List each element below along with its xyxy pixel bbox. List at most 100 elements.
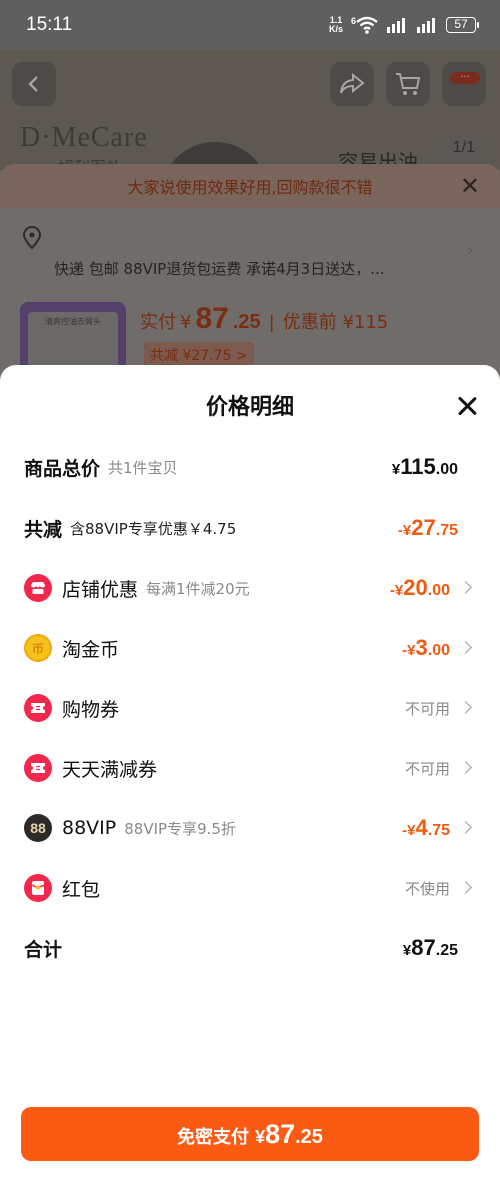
value-int: 87 — [411, 935, 436, 960]
chevron-right-icon — [458, 878, 478, 898]
shop-icon — [24, 574, 52, 602]
row-value: ¥87.25 — [403, 935, 458, 961]
row-value: -¥ 27.75 — [398, 515, 458, 541]
review-banner: 大家说使用效果好用,回购款很不错 ✕ — [0, 164, 500, 208]
row-label: 购物券 — [62, 698, 120, 721]
value-currency: -¥ — [397, 522, 412, 539]
value-dec: .75 — [435, 522, 458, 539]
chevron-right-icon — [458, 578, 478, 598]
coin-icon: 币 — [24, 634, 52, 662]
row-label: 商品总价 — [24, 457, 101, 480]
review-banner-text: 大家说使用效果好用,回购款很不错 — [127, 178, 373, 197]
value-currency: ¥ — [402, 942, 412, 959]
row-label: 合计 — [24, 938, 63, 961]
chevron-right-icon — [458, 758, 478, 778]
pay-button-currency: ¥ — [255, 1127, 266, 1147]
banner-close-icon[interactable]: ✕ — [460, 172, 480, 200]
chevron-left-icon — [28, 76, 38, 92]
brand-logo: D·MeCare — [20, 122, 148, 153]
close-icon[interactable] — [456, 395, 478, 417]
status-bar: 15:11 1.1 K/s 6 57 — [0, 0, 500, 50]
share-button[interactable] — [330, 62, 374, 106]
value-int: 115 — [400, 454, 436, 479]
row-label: 淘金币 — [62, 638, 120, 661]
status-time: 15:11 — [26, 14, 73, 35]
pay-int: 87 — [195, 302, 229, 335]
value-currency: -¥ — [402, 822, 416, 839]
row-grand-total: 合计 ¥87.25 — [0, 928, 500, 968]
net-speed: 1.1 K/s — [329, 16, 343, 34]
thumb-text: 清爽控油去屑头 — [45, 317, 101, 326]
value-currency: -¥ — [389, 582, 404, 599]
status-icons: 1.1 K/s 6 57 — [329, 16, 479, 34]
row-discount: 共减 含88VIP专享优惠￥4.75 -¥ 27.75 — [0, 508, 500, 548]
pay-dec: .25 — [232, 311, 261, 333]
row-shopping-coupon[interactable]: 购物券 不可用 — [0, 688, 500, 728]
row-value: -¥ 3.00 — [402, 635, 450, 661]
product-info-card: 大家说使用效果好用,回购款很不错 ✕ 快递 包邮 88VIP退货包运费 承诺4月… — [0, 164, 500, 390]
chevron-right-icon — [458, 698, 478, 718]
row-label: 天天满减券 — [62, 758, 158, 781]
more-badge: ··· — [450, 72, 480, 84]
value-dec: .25 — [435, 942, 458, 959]
more-button[interactable]: ··· — [442, 62, 486, 106]
row-label: 红包 — [62, 878, 101, 901]
row-value: -¥ 20.00 — [390, 575, 450, 601]
row-88vip[interactable]: 88 88VIP 88VIP专享9.5折 -¥ 4.75 — [0, 808, 500, 848]
pay-separator: | — [268, 312, 275, 333]
value-currency: -¥ — [402, 642, 416, 659]
battery-icon: 57 — [446, 17, 479, 33]
signal-icon-2 — [417, 18, 435, 33]
row-status: 不可用 — [404, 759, 450, 778]
pay-label: 实付 — [140, 312, 176, 333]
chevron-right-icon — [458, 638, 478, 658]
red-packet-icon — [24, 874, 52, 902]
value-dec: .00 — [427, 582, 450, 599]
row-value: ¥115.00 — [392, 454, 458, 480]
coin-icon-text: 币 — [31, 641, 44, 656]
value-int: 3 — [415, 635, 428, 660]
location-icon — [22, 226, 42, 250]
row-sub: 88VIP专享9.5折 — [124, 819, 236, 838]
value-int: 4 — [415, 815, 428, 840]
price-detail-sheet: 价格明细 商品总价 共1件宝贝 ¥115.00 共减 含88VIP专享优惠￥4.… — [0, 365, 500, 1184]
row-sub: 共1件宝贝 — [108, 458, 178, 477]
row-label: 店铺优惠 — [62, 578, 139, 601]
row-label: 88VIP — [62, 817, 117, 839]
value-dec: .75 — [427, 822, 450, 839]
value-dec: .00 — [435, 461, 458, 478]
value-int: 27 — [411, 515, 436, 540]
row-sub: 每满1件减20元 — [146, 579, 250, 598]
wifi-icon: 6 — [351, 16, 378, 34]
pay-button[interactable]: 免密支付 ¥ 87 .25 — [21, 1107, 479, 1161]
row-value: -¥ 4.75 — [402, 815, 450, 841]
pay-currency: ¥ — [180, 312, 192, 333]
row-total-goods: 商品总价 共1件宝贝 ¥115.00 — [0, 447, 500, 487]
cart-icon — [396, 73, 421, 95]
row-status: 不可用 — [404, 699, 450, 718]
row-shop-discount[interactable]: 店铺优惠 每满1件减20元 -¥ 20.00 — [0, 568, 500, 608]
delivery-text[interactable]: 快递 包邮 88VIP退货包运费 承诺4月3日送达，... — [54, 258, 385, 279]
before-discount: 优惠前 ¥115 — [282, 312, 389, 333]
back-button[interactable] — [12, 62, 56, 106]
chevron-right-icon: › — [466, 240, 474, 261]
product-page-background: D·MeCare 姆利图补 容易出油 1/1 ··· 大家说使用效果好用,回购款… — [0, 50, 500, 390]
row-taojin-coin[interactable]: 币 淘金币 -¥ 3.00 — [0, 628, 500, 668]
value-dec: .00 — [427, 642, 450, 659]
coupon-icon — [24, 754, 52, 782]
pay-button-dec: .25 — [295, 1126, 323, 1148]
row-daily-coupon[interactable]: 天天满减券 不可用 — [0, 748, 500, 788]
net-speed-unit: K/s — [328, 24, 343, 34]
image-counter: 1/1 — [443, 136, 484, 160]
coupon-icon — [24, 694, 52, 722]
sheet-title: 价格明细 — [205, 395, 294, 420]
row-status: 不使用 — [404, 879, 450, 898]
vip-icon: 88 — [24, 814, 52, 842]
chevron-right-icon — [458, 818, 478, 838]
cart-button[interactable] — [386, 62, 430, 106]
share-icon — [340, 73, 365, 94]
value-currency: ¥ — [391, 461, 401, 478]
pay-button-int: 87 — [265, 1119, 296, 1149]
value-int: 20 — [403, 575, 428, 600]
row-red-packet[interactable]: 红包 不使用 — [0, 868, 500, 908]
